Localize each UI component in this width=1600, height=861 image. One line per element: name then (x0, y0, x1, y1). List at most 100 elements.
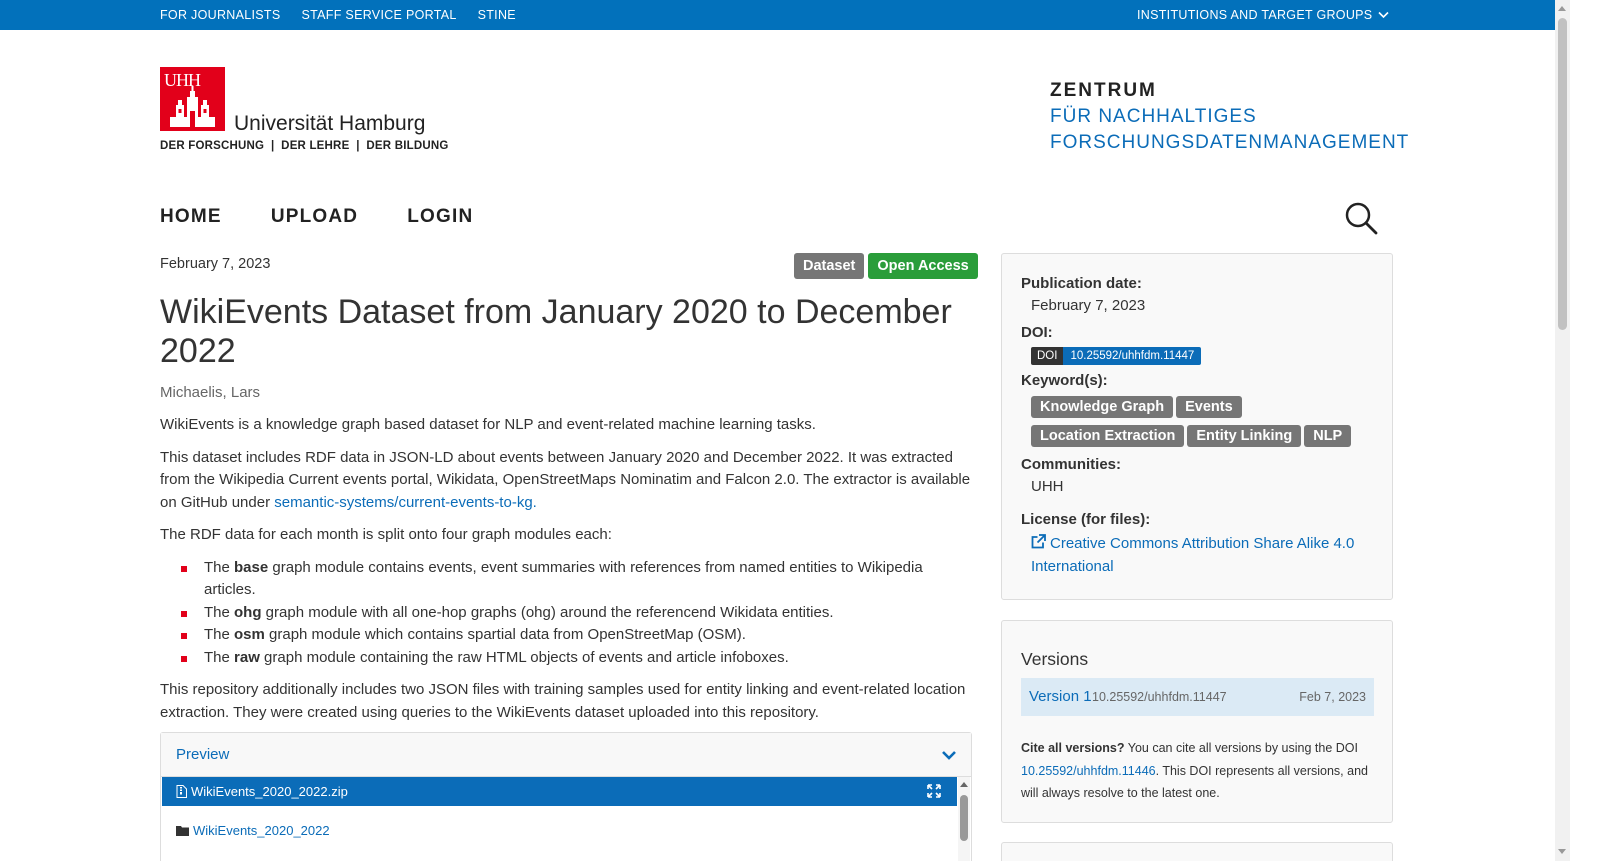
doi-label: DOI: (1021, 324, 1053, 341)
version-row[interactable]: Version 1 10.25592/uhhfdm.11447 Feb 7, 2… (1021, 678, 1374, 716)
license-label: License (for files): (1021, 511, 1151, 528)
fullscreen-icon[interactable] (927, 784, 941, 798)
scroll-up-arrow-icon[interactable] (1558, 6, 1566, 11)
list-item-text: graph module contains events, event summ… (204, 558, 923, 599)
chevron-down-icon[interactable] (941, 747, 957, 763)
license-text: Creative Commons Attribution Share Alike… (1031, 535, 1355, 575)
uhh-logo-tagline: DER FORSCHUNG | DER LEHRE | DER BILDUNG (160, 140, 449, 152)
preview-header[interactable]: Preview (161, 733, 971, 777)
communities-label: Communities: (1021, 456, 1122, 473)
license-link[interactable]: Creative Commons Attribution Share Alike… (1031, 533, 1376, 578)
keywords-label: Keyword(s): (1021, 372, 1108, 389)
top-links: FOR JOURNALISTS STAFF SERVICE PORTAL STI… (160, 8, 516, 22)
list-item-bold: base (234, 558, 269, 576)
version-link[interactable]: Version 1 (1029, 688, 1092, 705)
cite-all-versions-text-1: You can cite all versions by using the D… (1124, 741, 1358, 755)
keyword-badge[interactable]: Entity Linking (1187, 425, 1302, 447)
top-link-staff-portal[interactable]: STAFF SERVICE PORTAL (302, 8, 457, 22)
description-paragraph-2: This dataset includes RDF data in JSON-L… (160, 447, 972, 515)
list-item-text: The (204, 626, 235, 643)
list-item-text: The (204, 603, 235, 621)
graph-module-list: The base graph module contains events, e… (160, 557, 972, 670)
version-date: Feb 7, 2023 (1299, 690, 1366, 704)
preview-scrollbar-thumb[interactable] (960, 795, 968, 841)
metadata-panel: Publication date: February 7, 2023 DOI: … (1001, 253, 1393, 600)
community-link[interactable]: UHH (1031, 478, 1064, 495)
scrollbar-thumb[interactable] (1558, 18, 1567, 330)
institutions-label: INSTITUTIONS AND TARGET GROUPS (1137, 8, 1373, 22)
record-badges: Dataset Open Access (794, 253, 978, 279)
list-item-bold: ohg (234, 603, 262, 621)
list-item: The osm graph module which contains spar… (160, 624, 972, 647)
list-item-text: The (204, 648, 235, 666)
uhh-logo-name: Universität Hamburg (234, 112, 426, 135)
uhh-logo-mark: UHH (160, 67, 225, 131)
list-item: The ohg graph module with all one-hop gr… (160, 602, 972, 625)
external-link-icon (1031, 534, 1046, 549)
preview-panel: Preview WikiEvents_2020_2022.zip WikiEve… (160, 732, 972, 861)
publication-date-value: February 7, 2023 (1031, 297, 1146, 314)
record-title: WikiEvents Dataset from January 2020 to … (160, 293, 952, 370)
version-doi: 10.25592/uhhfdm.11447 (1092, 690, 1227, 704)
doi-badge-value: 10.25592/uhhfdm.11447 (1063, 347, 1202, 365)
publication-date-label: Publication date: (1021, 275, 1142, 292)
description-paragraph-4: This repository additionally includes tw… (160, 681, 966, 721)
preview-tree-root: WikiEvents_2020_2022 (176, 823, 330, 838)
keyword-list: Knowledge Graph Events (1031, 396, 1381, 418)
keyword-list: Location Extraction Entity Linking NLP (1031, 425, 1381, 447)
list-item-bold: osm (234, 626, 265, 643)
top-link-stine[interactable]: STINE (478, 8, 516, 22)
preview-header-label: Preview (176, 746, 230, 763)
doi-badge[interactable]: DOI 10.25592/uhhfdm.11447 (1031, 347, 1202, 365)
file-archive-icon (176, 785, 187, 798)
nav-home[interactable]: HOME (160, 206, 222, 228)
list-item: The base graph module contains events, e… (160, 557, 972, 602)
list-item-text: graph module with all one-hop graphs (oh… (261, 603, 834, 621)
keyword-badge[interactable]: Location Extraction (1031, 425, 1185, 447)
preview-scrollbar[interactable] (958, 777, 970, 861)
list-item-bold: raw (234, 648, 260, 666)
institutions-dropdown[interactable]: INSTITUTIONS AND TARGET GROUPS (1137, 8, 1389, 22)
publication-date: February 7, 2023 (160, 256, 271, 272)
description-paragraph-3: The RDF data for each month is split ont… (160, 526, 612, 543)
top-bar: FOR JOURNALISTS STAFF SERVICE PORTAL STI… (0, 0, 1555, 30)
list-item-text: The (204, 558, 235, 576)
preview-folder-link[interactable]: WikiEvents_2020_2022 (193, 823, 330, 838)
access-right-badge: Open Access (868, 253, 978, 279)
folder-icon (176, 826, 189, 836)
github-link[interactable]: semantic-systems/current-events-to-kg. (274, 494, 537, 511)
preview-file: WikiEvents_2020_2022.zip (176, 784, 348, 799)
zentrum-line-1: ZENTRUM (1050, 80, 1157, 101)
chevron-down-icon (1378, 11, 1389, 19)
description-paragraph-1: WikiEvents is a knowledge graph based da… (160, 416, 816, 433)
keyword-badge[interactable]: NLP (1304, 425, 1352, 447)
list-item-text: graph module containing the raw HTML obj… (259, 648, 789, 666)
top-link-journalists[interactable]: FOR JOURNALISTS (160, 8, 281, 22)
versions-panel: Versions Version 1 10.25592/uhhfdm.11447… (1001, 620, 1393, 823)
zentrum-line-2: FÜR NACHHALTIGES (1050, 106, 1257, 127)
preview-file-name: WikiEvents_2020_2022.zip (191, 784, 348, 799)
uhh-logo[interactable]: UHH Universität Hamburg DER FORSCHUNG | … (160, 67, 448, 157)
scroll-up-arrow-icon[interactable] (960, 782, 968, 787)
resource-type-badge: Dataset (794, 253, 865, 279)
doi-badge-key: DOI (1031, 347, 1064, 365)
zentrum-logo[interactable]: ZENTRUM FÜR NACHHALTIGES FORSCHUNGSDATEN… (1050, 78, 1408, 156)
keyword-badge[interactable]: Knowledge Graph (1031, 396, 1174, 418)
search-icon[interactable] (1344, 201, 1378, 235)
cite-all-versions: Cite all versions? You can cite all vers… (1021, 737, 1376, 805)
concept-doi-link[interactable]: 10.25592/uhhfdm.11446 (1021, 764, 1156, 778)
main-nav: HOME UPLOAD LOGIN (160, 206, 473, 228)
hamburg-castle-icon (170, 86, 215, 127)
scroll-down-arrow-icon[interactable] (1558, 849, 1566, 854)
nav-upload[interactable]: UPLOAD (271, 206, 358, 228)
page-scrollbar[interactable] (1555, 0, 1570, 861)
list-item: The raw graph module containing the raw … (160, 647, 972, 670)
record-description: WikiEvents is a knowledge graph based da… (160, 414, 972, 734)
nav-login[interactable]: LOGIN (407, 206, 473, 228)
next-side-panel (1001, 842, 1393, 861)
record-creator[interactable]: Michaelis, Lars (160, 384, 260, 401)
cite-all-versions-bold: Cite all versions? (1021, 741, 1125, 755)
keyword-badge[interactable]: Events (1176, 396, 1242, 418)
versions-heading: Versions (1021, 649, 1089, 669)
list-item-text: graph module which contains spartial dat… (264, 626, 746, 643)
